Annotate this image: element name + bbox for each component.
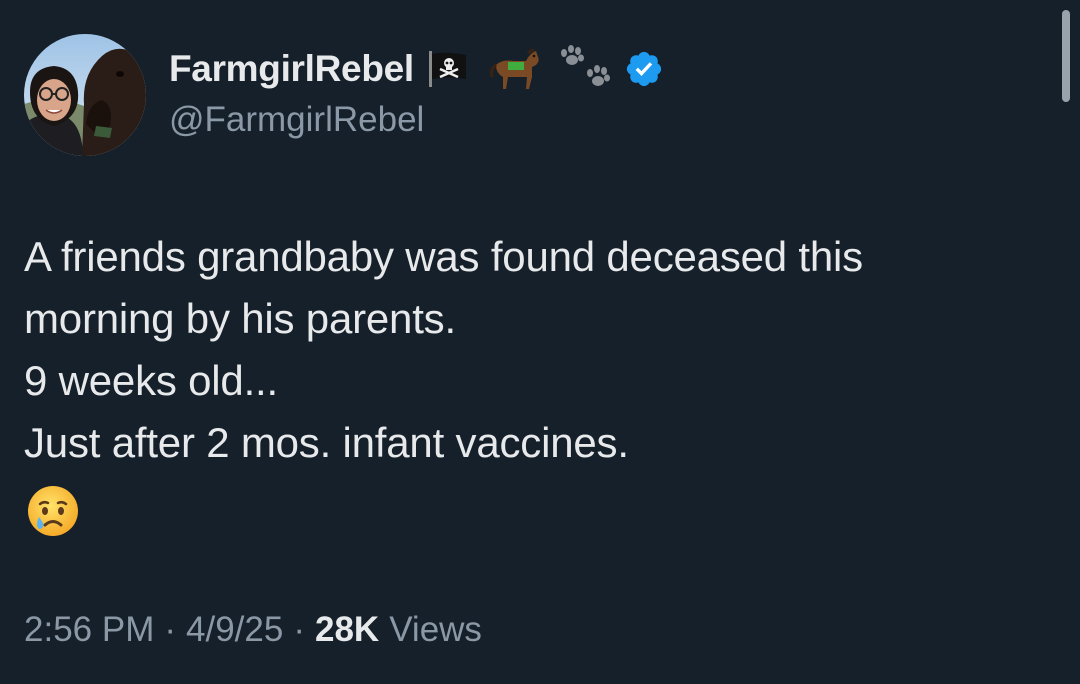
tweet-time[interactable]: 2:56 PM bbox=[24, 610, 154, 650]
views-count[interactable]: 28K bbox=[315, 610, 379, 650]
display-name[interactable]: FarmgirlRebel bbox=[169, 48, 414, 90]
tweet-date[interactable]: 4/9/25 bbox=[186, 610, 283, 650]
tweet-line: A friends grandbaby was found deceased t… bbox=[24, 233, 863, 280]
paw-prints-icon bbox=[558, 45, 614, 93]
horse-icon bbox=[488, 47, 542, 91]
tweet-line: morning by his parents. bbox=[24, 295, 456, 342]
user-handle[interactable]: @FarmgirlRebel bbox=[169, 100, 424, 140]
views-label: Views bbox=[389, 610, 482, 649]
crying-face-emoji-icon bbox=[26, 484, 80, 538]
avatar[interactable] bbox=[24, 34, 146, 156]
display-name-row: FarmgirlRebel bbox=[169, 44, 664, 94]
tweet-text: A friends grandbaby was found deceased t… bbox=[24, 226, 1044, 474]
scrollbar[interactable] bbox=[1062, 10, 1070, 102]
tweet-line: Just after 2 mos. infant vaccines. bbox=[24, 419, 629, 466]
tweet-line: 9 weeks old... bbox=[24, 357, 278, 404]
meta-separator: · bbox=[293, 610, 305, 649]
verified-badge-icon[interactable] bbox=[624, 49, 664, 89]
tweet-meta: 2:56 PM · 4/9/25 · 28K Views bbox=[24, 610, 482, 650]
avatar-image bbox=[24, 34, 146, 156]
pirate-flag-icon bbox=[426, 49, 470, 89]
meta-separator: · bbox=[164, 610, 177, 649]
